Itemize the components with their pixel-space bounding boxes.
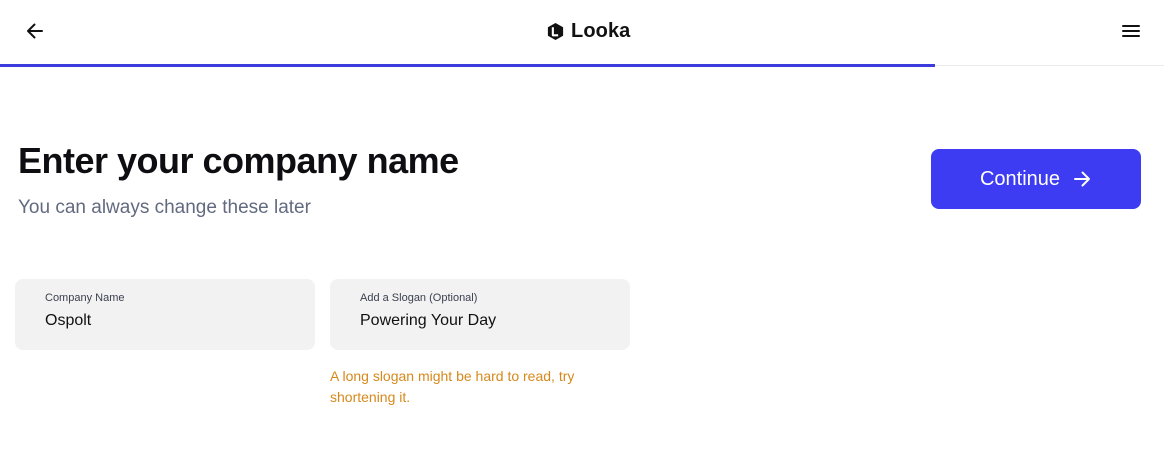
company-name-field[interactable]: Company Name (15, 279, 315, 350)
slogan-label: Add a Slogan (Optional) (360, 292, 478, 304)
back-button[interactable] (22, 18, 48, 44)
hamburger-menu-icon (1122, 25, 1140, 37)
page: Looka Enter your company name You can al… (0, 0, 1164, 454)
slogan-field[interactable]: Add a Slogan (Optional) (330, 279, 630, 350)
page-title: Enter your company name (18, 140, 459, 181)
arrow-right-icon (1072, 169, 1092, 189)
menu-button[interactable] (1118, 18, 1144, 44)
continue-label: Continue (979, 167, 1061, 190)
top-bar: Looka (0, 0, 1164, 67)
page-subtitle: You can always change these later (18, 197, 311, 218)
progress-bar (0, 64, 935, 67)
slogan-warning: A long slogan might be hard to read, try… (330, 368, 575, 405)
looka-logo-icon (546, 22, 565, 41)
brand-name: Looka (571, 19, 631, 42)
company-name-input[interactable] (45, 312, 285, 330)
arrow-left-icon (27, 23, 43, 39)
slogan-input[interactable] (360, 312, 600, 330)
continue-button[interactable]: Continue (931, 149, 1141, 209)
company-name-label: Company Name (45, 292, 125, 304)
brand[interactable]: Looka (546, 18, 630, 44)
